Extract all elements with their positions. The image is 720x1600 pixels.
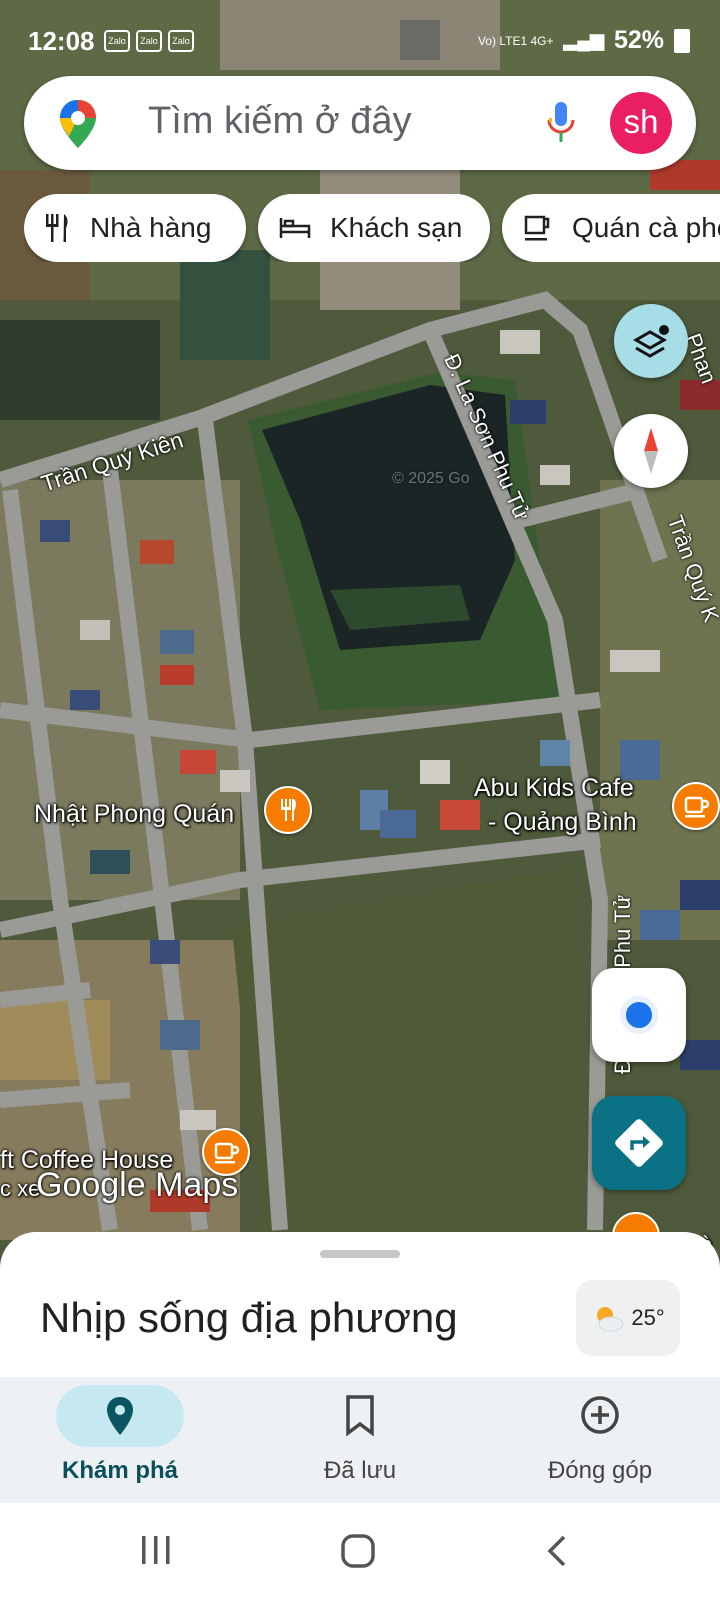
place-label[interactable]: - Quảng Bình (488, 808, 637, 837)
temperature: 25° (631, 1305, 665, 1330)
cafe-pin-icon[interactable] (672, 782, 720, 830)
bookmark-icon (346, 1395, 374, 1437)
signal-icon: ▂▄▆ (563, 30, 604, 50)
fork-knife-icon (46, 214, 68, 242)
directions-icon (615, 1119, 663, 1167)
zalo-icon: Zalo (136, 30, 162, 52)
home-icon[interactable] (340, 1533, 376, 1569)
category-chips: Nhà hàng Khách sạn Quán cà phê (24, 194, 720, 262)
add-circle-icon (581, 1396, 619, 1434)
tab-saved[interactable]: Đã lưu (240, 1377, 480, 1503)
tab-contribute[interactable]: Đóng góp (480, 1377, 720, 1503)
recent-apps-icon[interactable] (138, 1533, 174, 1567)
map-watermark: © 2025 Go (392, 470, 470, 487)
system-navigation-bar (0, 1503, 720, 1600)
my-location-button[interactable] (592, 968, 686, 1062)
status-bar: 12:08 Zalo Zalo Zalo Vo) LTE1 4G+ ▂▄▆ 52… (0, 0, 720, 80)
tab-label: Khám phá (61, 1457, 178, 1484)
compass-icon (644, 428, 658, 474)
chip-label: Khách sạn (330, 212, 463, 243)
bed-icon (279, 218, 311, 238)
compass-button[interactable] (614, 414, 688, 488)
bottom-sheet[interactable]: Nhịp sống địa phương 25° (0, 1232, 720, 1377)
partly-cloudy-icon (597, 1307, 624, 1332)
explore-pin-icon (107, 1397, 133, 1435)
map-logo-prefix: c xe (0, 1176, 41, 1201)
microphone-icon[interactable] (544, 98, 578, 148)
tab-label: Đã lưu (323, 1457, 397, 1484)
network-indicator: Vo) LTE1 4G+ (478, 33, 554, 48)
restaurant-pin-icon[interactable] (264, 786, 312, 834)
sheet-drag-handle[interactable] (320, 1250, 400, 1258)
google-maps-pin-icon (60, 100, 96, 148)
chip-restaurants[interactable]: Nhà hàng (24, 194, 246, 262)
zalo-icon: Zalo (104, 30, 130, 52)
chip-hotels[interactable]: Khách sạn (258, 194, 490, 262)
zalo-icon: Zalo (168, 30, 194, 52)
tab-label: Đóng góp (547, 1457, 653, 1484)
chip-label: Nhà hàng (90, 212, 212, 243)
status-right: Vo) LTE1 4G+ ▂▄▆ 52% (478, 26, 690, 55)
chip-cafes[interactable]: Quán cà phê (502, 194, 720, 262)
place-label[interactable]: Abu Kids Cafe (474, 774, 634, 803)
layers-icon (632, 325, 669, 358)
back-icon[interactable] (540, 1533, 576, 1569)
coffee-icon (524, 215, 550, 241)
battery-level: 52% (613, 26, 664, 54)
bottom-navigation: Khám phá Đã lưu Đóng góp (0, 1377, 720, 1503)
search-placeholder[interactable]: Tìm kiếm ở đây (148, 100, 412, 143)
status-time: 12:08 (28, 26, 95, 56)
place-label[interactable]: Nhật Phong Quán (34, 800, 234, 829)
directions-button[interactable] (592, 1096, 686, 1190)
chip-label: Quán cà phê (572, 212, 720, 243)
google-maps-logo: Google Maps (36, 1166, 239, 1204)
layers-button[interactable] (614, 304, 688, 378)
notification-icons: Zalo Zalo Zalo (104, 30, 194, 52)
tab-explore[interactable]: Khám phá (0, 1377, 240, 1503)
sheet-title: Nhịp sống địa phương (40, 1294, 458, 1341)
weather-badge[interactable]: 25° (576, 1280, 680, 1356)
my-location-icon (620, 996, 658, 1034)
account-avatar[interactable]: sh (610, 92, 672, 154)
battery-icon (674, 28, 690, 53)
search-bar[interactable]: Tìm kiếm ở đây sh (24, 76, 696, 170)
